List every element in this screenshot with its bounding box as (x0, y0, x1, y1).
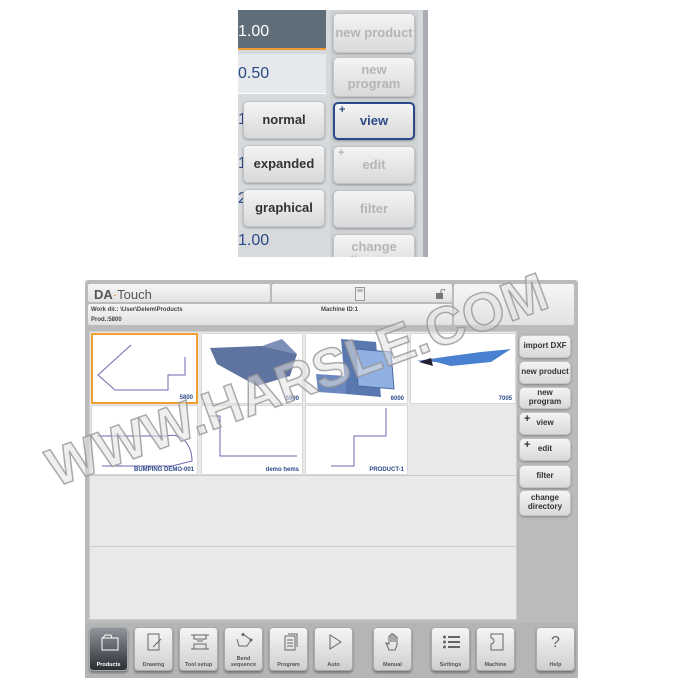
value-field[interactable]: 0.50 (238, 54, 326, 94)
zoomed-detail: 1.00 0.50 1 1 2 1.00 normal expanded gra… (238, 10, 428, 257)
new-product-button[interactable]: new product (519, 361, 571, 384)
tab-settings[interactable]: Settings (431, 627, 470, 671)
tab-products[interactable]: Products (89, 627, 128, 671)
machine-id: Machine ID:1 (321, 307, 359, 313)
brand-panel: DA·Touch (87, 283, 271, 303)
tab-bend-sequence[interactable]: Bend sequence (224, 627, 263, 671)
header-right-panel (453, 283, 575, 326)
drawing-icon (147, 633, 162, 651)
value-field: 1.00 (238, 232, 270, 249)
tab-drawing[interactable]: Drawing (134, 627, 173, 671)
program-icon (284, 633, 298, 651)
product-tile[interactable]: 5900 (201, 333, 303, 404)
product-tile[interactable]: 6000 (305, 333, 408, 404)
new-program-button[interactable]: new program (519, 387, 571, 409)
product-tile[interactable]: demo hems (201, 405, 303, 475)
info-panel: Work dir.: \User\Delem\Products Machine … (87, 303, 453, 326)
part-3d-view (316, 339, 395, 397)
normal-view-button[interactable]: normal (243, 101, 325, 139)
help-icon: ? (551, 634, 560, 651)
tab-machine[interactable]: Machine (476, 627, 515, 671)
status-panel (271, 283, 453, 303)
tab-program[interactable]: Program (269, 627, 308, 671)
play-icon (329, 634, 342, 650)
tab-tool-setup[interactable]: Tool setup (179, 627, 218, 671)
edit-button[interactable]: + edit (519, 438, 571, 461)
bend-sequence-icon (236, 633, 253, 647)
import-dxf-button[interactable]: import DXF (519, 335, 571, 358)
plus-icon: + (338, 147, 345, 159)
hand-icon (385, 633, 398, 651)
part-3d-view (416, 349, 511, 366)
product-tile[interactable]: 7005 (410, 333, 516, 404)
change-directory-button[interactable]: change directory (519, 490, 571, 516)
new-product-button[interactable]: new product (333, 13, 415, 53)
settings-list-icon (443, 635, 460, 649)
tool-setup-icon (191, 634, 209, 650)
folder-icon (101, 634, 119, 651)
view-button[interactable]: + view (333, 102, 415, 140)
unlock-icon[interactable] (435, 289, 445, 299)
work-dir: Work dir.: \User\Delem\Products (91, 307, 183, 313)
new-program-button[interactable]: new program (333, 57, 415, 97)
machine-icon (490, 633, 504, 651)
expanded-view-button[interactable]: expanded (243, 145, 325, 183)
part-drawing-2d (97, 434, 193, 467)
tab-help[interactable]: ? Help (536, 627, 575, 671)
value-field-active[interactable]: 1.00 (238, 10, 326, 50)
filter-button[interactable]: filter (333, 190, 415, 228)
product-tile[interactable]: BUMPING DEMO-001 (91, 405, 198, 475)
plus-icon: + (524, 439, 531, 451)
part-drawing-2d (331, 408, 387, 467)
tab-auto[interactable]: Auto (314, 627, 353, 671)
part-drawing-2d (97, 344, 186, 391)
plus-icon: + (524, 413, 531, 425)
filter-button[interactable]: filter (519, 465, 571, 488)
product-name: Prod.:5800 (91, 317, 122, 323)
plus-icon: + (339, 104, 346, 116)
tab-manual[interactable]: Manual (373, 627, 412, 671)
product-tile[interactable]: PRODUCT-1 (305, 405, 408, 475)
edit-button[interactable]: + edit (333, 146, 415, 184)
part-3d-view (210, 339, 297, 386)
calculator-icon (355, 287, 365, 301)
change-directory-button[interactable]: change directory (333, 234, 415, 257)
graphical-view-button[interactable]: graphical (243, 189, 325, 227)
part-drawing-2d (210, 415, 297, 457)
view-button[interactable]: + view (519, 412, 571, 435)
product-tile[interactable]: 5800 (91, 333, 198, 404)
